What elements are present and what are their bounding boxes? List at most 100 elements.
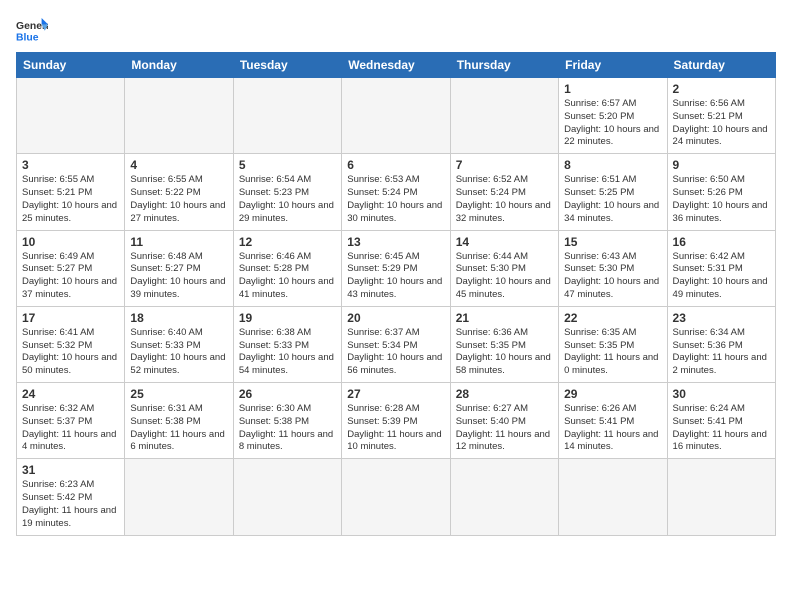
calendar-cell <box>17 78 125 154</box>
weekday-header-saturday: Saturday <box>667 53 775 78</box>
calendar-week-row: 24Sunrise: 6:32 AM Sunset: 5:37 PM Dayli… <box>17 383 776 459</box>
calendar-cell: 28 Sunrise: 6:27 AM Sunset: 5:40 PM Dayli… <box>450 383 558 459</box>
day-number: 11 <box>130 235 227 249</box>
day-number: 30 <box>673 387 770 401</box>
calendar-cell: 17 Sunrise: 6:41 AM Sunset: 5:32 PM Dayli… <box>17 306 125 382</box>
day-info: Sunrise: 6:50 AM Sunset: 5:26 PM Dayligh… <box>673 174 770 225</box>
day-number: 29 <box>564 387 661 401</box>
day-info: Sunrise: 6:38 AM Sunset: 5:33 PM Dayligh… <box>239 327 336 378</box>
day-info: Sunrise: 6:27 AM Sunset: 5:40 PM Dayligh… <box>456 403 553 454</box>
day-info: Sunrise: 6:35 AM Sunset: 5:35 PM Dayligh… <box>564 327 661 378</box>
calendar-cell: 31 Sunrise: 6:23 AM Sunset: 5:42 PM Dayli… <box>17 459 125 535</box>
day-info: Sunrise: 6:37 AM Sunset: 5:34 PM Dayligh… <box>347 327 444 378</box>
calendar-cell <box>450 459 558 535</box>
calendar-cell: 9Sunrise: 6:50 AM Sunset: 5:26 PM Daylig… <box>667 154 775 230</box>
day-info: Sunrise: 6:53 AM Sunset: 5:24 PM Dayligh… <box>347 174 444 225</box>
day-info: Sunrise: 6:32 AM Sunset: 5:37 PM Dayligh… <box>22 403 119 454</box>
day-info: Sunrise: 6:46 AM Sunset: 5:28 PM Dayligh… <box>239 251 336 302</box>
day-number: 17 <box>22 311 119 325</box>
day-info: Sunrise: 6:41 AM Sunset: 5:32 PM Dayligh… <box>22 327 119 378</box>
day-number: 20 <box>347 311 444 325</box>
page-header: General Blue <box>16 16 776 44</box>
day-info: Sunrise: 6:45 AM Sunset: 5:29 PM Dayligh… <box>347 251 444 302</box>
calendar-week-row: 3Sunrise: 6:55 AM Sunset: 5:21 PM Daylig… <box>17 154 776 230</box>
calendar-cell: 20 Sunrise: 6:37 AM Sunset: 5:34 PM Dayli… <box>342 306 450 382</box>
calendar-week-row: 10 Sunrise: 6:49 AM Sunset: 5:27 PM Dayli… <box>17 230 776 306</box>
calendar-cell: 12 Sunrise: 6:46 AM Sunset: 5:28 PM Dayli… <box>233 230 341 306</box>
day-info: Sunrise: 6:57 AM Sunset: 5:20 PM Dayligh… <box>564 98 661 149</box>
day-number: 2 <box>673 82 770 96</box>
calendar-cell <box>125 78 233 154</box>
calendar-cell <box>125 459 233 535</box>
day-number: 28 <box>456 387 553 401</box>
day-number: 25 <box>130 387 227 401</box>
calendar-cell: 25 Sunrise: 6:31 AM Sunset: 5:38 PM Dayli… <box>125 383 233 459</box>
weekday-header-wednesday: Wednesday <box>342 53 450 78</box>
logo: General Blue <box>16 16 48 44</box>
day-number: 18 <box>130 311 227 325</box>
weekday-header-monday: Monday <box>125 53 233 78</box>
day-info: Sunrise: 6:44 AM Sunset: 5:30 PM Dayligh… <box>456 251 553 302</box>
calendar-cell: 7Sunrise: 6:52 AM Sunset: 5:24 PM Daylig… <box>450 154 558 230</box>
calendar-cell <box>450 78 558 154</box>
day-info: Sunrise: 6:28 AM Sunset: 5:39 PM Dayligh… <box>347 403 444 454</box>
day-number: 31 <box>22 463 119 477</box>
svg-text:Blue: Blue <box>16 32 39 43</box>
day-info: Sunrise: 6:40 AM Sunset: 5:33 PM Dayligh… <box>130 327 227 378</box>
calendar-table: SundayMondayTuesdayWednesdayThursdayFrid… <box>16 52 776 536</box>
calendar-cell <box>342 459 450 535</box>
day-number: 12 <box>239 235 336 249</box>
day-number: 8 <box>564 158 661 172</box>
calendar-cell: 8 Sunrise: 6:51 AM Sunset: 5:25 PM Daylig… <box>559 154 667 230</box>
day-number: 15 <box>564 235 661 249</box>
calendar-cell: 16 Sunrise: 6:42 AM Sunset: 5:31 PM Dayli… <box>667 230 775 306</box>
weekday-header-tuesday: Tuesday <box>233 53 341 78</box>
calendar-cell <box>233 459 341 535</box>
day-number: 26 <box>239 387 336 401</box>
calendar-cell: 3Sunrise: 6:55 AM Sunset: 5:21 PM Daylig… <box>17 154 125 230</box>
day-info: Sunrise: 6:24 AM Sunset: 5:41 PM Dayligh… <box>673 403 770 454</box>
day-number: 4 <box>130 158 227 172</box>
day-info: Sunrise: 6:49 AM Sunset: 5:27 PM Dayligh… <box>22 251 119 302</box>
calendar-cell: 22 Sunrise: 6:35 AM Sunset: 5:35 PM Dayli… <box>559 306 667 382</box>
day-number: 6 <box>347 158 444 172</box>
day-number: 14 <box>456 235 553 249</box>
calendar-cell: 29Sunrise: 6:26 AM Sunset: 5:41 PM Dayli… <box>559 383 667 459</box>
day-number: 22 <box>564 311 661 325</box>
day-number: 27 <box>347 387 444 401</box>
day-number: 5 <box>239 158 336 172</box>
day-info: Sunrise: 6:51 AM Sunset: 5:25 PM Dayligh… <box>564 174 661 225</box>
weekday-header-row: SundayMondayTuesdayWednesdayThursdayFrid… <box>17 53 776 78</box>
day-info: Sunrise: 6:54 AM Sunset: 5:23 PM Dayligh… <box>239 174 336 225</box>
calendar-week-row: 17 Sunrise: 6:41 AM Sunset: 5:32 PM Dayli… <box>17 306 776 382</box>
day-info: Sunrise: 6:36 AM Sunset: 5:35 PM Dayligh… <box>456 327 553 378</box>
calendar-cell: 19Sunrise: 6:38 AM Sunset: 5:33 PM Dayli… <box>233 306 341 382</box>
calendar-cell <box>342 78 450 154</box>
day-number: 16 <box>673 235 770 249</box>
calendar-cell: 27 Sunrise: 6:28 AM Sunset: 5:39 PM Dayli… <box>342 383 450 459</box>
calendar-cell: 15Sunrise: 6:43 AM Sunset: 5:30 PM Dayli… <box>559 230 667 306</box>
day-info: Sunrise: 6:23 AM Sunset: 5:42 PM Dayligh… <box>22 479 119 530</box>
calendar-cell: 2Sunrise: 6:56 AM Sunset: 5:21 PM Daylig… <box>667 78 775 154</box>
calendar-cell: 6 Sunrise: 6:53 AM Sunset: 5:24 PM Daylig… <box>342 154 450 230</box>
calendar-cell: 24Sunrise: 6:32 AM Sunset: 5:37 PM Dayli… <box>17 383 125 459</box>
day-info: Sunrise: 6:52 AM Sunset: 5:24 PM Dayligh… <box>456 174 553 225</box>
day-info: Sunrise: 6:42 AM Sunset: 5:31 PM Dayligh… <box>673 251 770 302</box>
day-number: 1 <box>564 82 661 96</box>
calendar-cell: 13Sunrise: 6:45 AM Sunset: 5:29 PM Dayli… <box>342 230 450 306</box>
weekday-header-thursday: Thursday <box>450 53 558 78</box>
day-info: Sunrise: 6:31 AM Sunset: 5:38 PM Dayligh… <box>130 403 227 454</box>
calendar-cell: 1 Sunrise: 6:57 AM Sunset: 5:20 PM Daylig… <box>559 78 667 154</box>
day-number: 21 <box>456 311 553 325</box>
day-number: 3 <box>22 158 119 172</box>
calendar-cell: 18 Sunrise: 6:40 AM Sunset: 5:33 PM Dayli… <box>125 306 233 382</box>
calendar-cell: 5 Sunrise: 6:54 AM Sunset: 5:23 PM Daylig… <box>233 154 341 230</box>
calendar-cell <box>667 459 775 535</box>
logo-icon: General Blue <box>16 16 48 44</box>
day-info: Sunrise: 6:34 AM Sunset: 5:36 PM Dayligh… <box>673 327 770 378</box>
day-number: 10 <box>22 235 119 249</box>
calendar-cell <box>233 78 341 154</box>
day-info: Sunrise: 6:30 AM Sunset: 5:38 PM Dayligh… <box>239 403 336 454</box>
day-number: 23 <box>673 311 770 325</box>
weekday-header-sunday: Sunday <box>17 53 125 78</box>
